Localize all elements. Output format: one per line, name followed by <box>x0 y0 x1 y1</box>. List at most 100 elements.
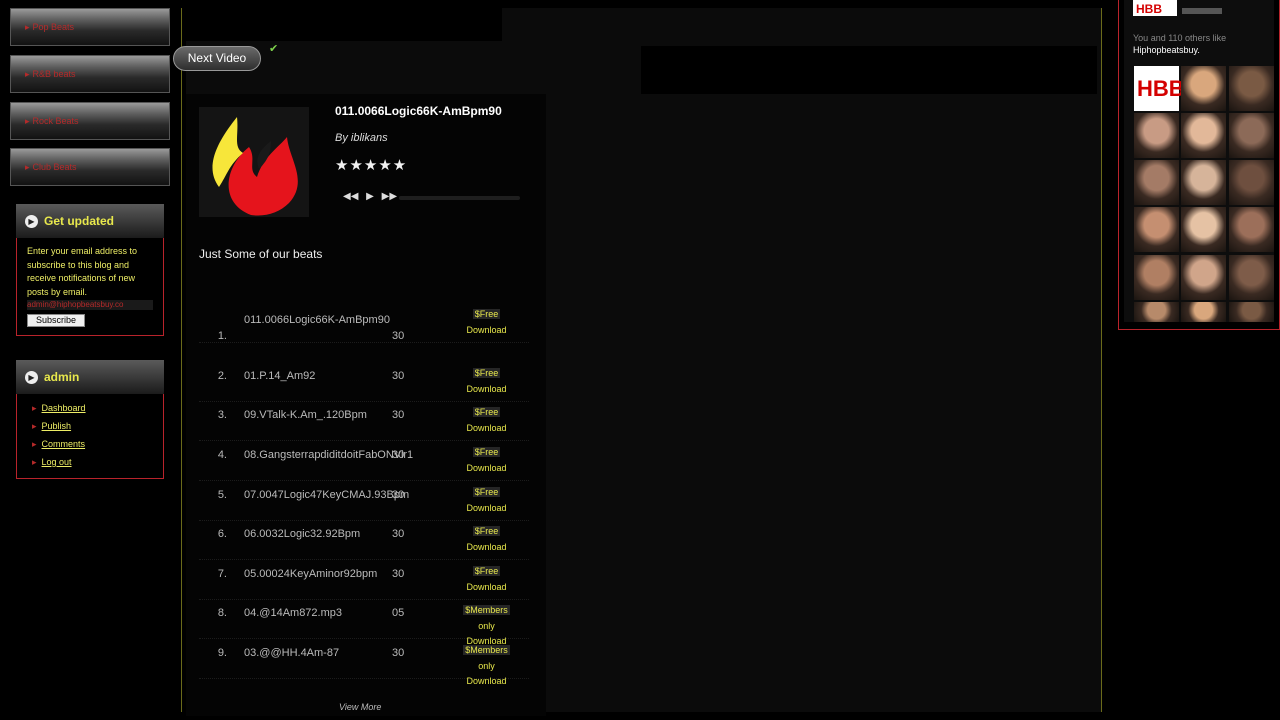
track-number: 9. <box>217 647 227 659</box>
download-link[interactable]: $Free Download <box>459 524 514 555</box>
track-row[interactable]: 8. 04.@14Am872.mp3 05 $Members only Download <box>199 599 529 646</box>
price-tag: $Free <box>472 368 501 378</box>
widget-header: ▶ Get updated <box>16 204 164 238</box>
download-label: Download <box>466 324 507 335</box>
track-number: 5. <box>217 489 227 501</box>
flame-logo <box>199 107 309 217</box>
download-link[interactable]: $Free Download <box>459 307 514 338</box>
track-name[interactable]: 01.P.14_Am92 <box>244 370 315 382</box>
fan-avatar[interactable] <box>1181 207 1226 252</box>
track-name[interactable]: 03.@@HH.4Am-87 <box>244 647 339 659</box>
track-name[interactable]: 05.00024KeyAminor92bpm <box>244 568 377 580</box>
download-link[interactable]: $Members only Download <box>459 643 514 690</box>
download-link[interactable]: $Free Download <box>459 485 514 516</box>
track-row[interactable]: 7. 05.00024KeyAminor92bpm 30 $Free Download <box>199 560 529 600</box>
publish-link[interactable]: Publish <box>32 421 72 432</box>
progress-bar[interactable] <box>399 196 520 200</box>
download-label: Download <box>466 383 507 394</box>
fan-avatar[interactable] <box>1181 113 1226 158</box>
page-logo-thumb[interactable]: HBB <box>1134 66 1185 111</box>
fan-avatar[interactable] <box>1229 207 1274 252</box>
like-button[interactable] <box>1182 8 1222 14</box>
next-video-button[interactable]: Next Video <box>173 46 261 71</box>
track-name[interactable]: 07.0047Logic47KeyCMAJ.93Bpm <box>244 489 409 501</box>
fan-avatar[interactable] <box>1134 207 1179 252</box>
download-label: only <box>478 620 495 631</box>
fan-avatar[interactable] <box>1134 302 1179 322</box>
track-name[interactable]: 04.@14Am872.mp3 <box>244 607 342 619</box>
category-label: Club Beats <box>25 162 77 173</box>
arrow-right-icon: ▶ <box>25 371 38 384</box>
download-link[interactable]: $Free Download <box>459 564 514 595</box>
category-rnb-beats[interactable]: R&B beats <box>10 55 170 93</box>
divider <box>181 8 182 712</box>
download-link[interactable]: $Free Download <box>459 366 514 397</box>
track-name[interactable]: 011.0066Logic66K-AmBpm90 <box>244 311 394 330</box>
download-label: only <box>478 660 495 671</box>
track-row[interactable]: 6. 06.0032Logic32.92Bpm 30 $Free Download <box>199 520 529 560</box>
download-link[interactable]: $Free Download <box>459 445 514 476</box>
price-tag: $Free <box>472 407 501 417</box>
category-club-beats[interactable]: Club Beats <box>10 148 170 186</box>
price-tag: $Free <box>472 487 501 497</box>
fan-avatar[interactable] <box>1229 66 1274 111</box>
subscribe-button[interactable]: Subscribe <box>27 314 85 327</box>
track-row[interactable]: 5. 07.0047Logic47KeyCMAJ.93Bpm 30 $Free Down… <box>199 481 529 521</box>
track-author: By iblikans <box>335 132 388 144</box>
dashboard-link[interactable]: Dashboard <box>32 403 86 414</box>
track-number: 7. <box>217 568 227 580</box>
track-number: 2. <box>217 370 227 382</box>
track-row[interactable]: 1. 011.0066Logic66K-AmBpm90 30 $Free Downloa… <box>199 303 529 343</box>
price-tag: $Free <box>472 526 501 536</box>
email-field[interactable]: admin@hiphopbeatsbuy.co <box>27 300 153 310</box>
fan-avatar[interactable] <box>1134 160 1179 205</box>
track-count: 30 <box>392 568 405 580</box>
view-more-link[interactable]: View More <box>339 702 381 712</box>
download-label: Download <box>466 462 507 473</box>
download-link[interactable]: $Free Download <box>459 405 514 436</box>
fan-avatar[interactable] <box>1229 255 1274 300</box>
comments-link[interactable]: Comments <box>32 439 86 450</box>
fan-avatar[interactable] <box>1229 160 1274 205</box>
widget-title: Get updated <box>44 214 115 228</box>
category-rock-beats[interactable]: Rock Beats <box>10 102 170 140</box>
page-name[interactable]: Hiphopbeatsbuy. <box>1133 44 1226 56</box>
price-tag: $Members <box>463 605 510 615</box>
download-label: Download <box>466 676 507 686</box>
track-row[interactable]: 9. 03.@@HH.4Am-87 30 $Members only Download <box>199 639 529 686</box>
track-number: 6. <box>217 528 227 540</box>
price-tag: $Free <box>472 309 501 319</box>
fan-avatar[interactable] <box>1134 255 1179 300</box>
track-number: 3. <box>217 409 227 421</box>
fan-avatar[interactable] <box>1181 66 1226 111</box>
fan-avatar[interactable] <box>1134 113 1179 158</box>
download-label: Download <box>466 502 507 513</box>
widget-body: Enter your email address to subscribe to… <box>16 238 164 336</box>
track-row[interactable]: 2. 01.P.14_Am92 30 $Free Download <box>199 362 529 402</box>
star-rating[interactable]: ★★★★★ <box>335 156 407 174</box>
rewind-icon[interactable]: ◀◀ <box>343 191 358 202</box>
divider <box>1101 8 1102 712</box>
price-tag: $Free <box>472 447 501 457</box>
category-label: Pop Beats <box>25 22 75 33</box>
track-count: 30 <box>392 647 405 659</box>
track-row[interactable]: 3. 09.VTalk-K.Am_.120Bpm 30 $Free Download <box>199 401 529 441</box>
track-name[interactable]: 09.VTalk-K.Am_.120Bpm <box>244 409 367 421</box>
download-label: Download <box>466 581 507 592</box>
track-name[interactable]: 06.0032Logic32.92Bpm <box>244 528 360 540</box>
track-number: 4. <box>217 449 227 461</box>
track-name[interactable]: 08.GangsterrapdiditdoitFabONVir1 <box>244 449 413 461</box>
fan-avatar[interactable] <box>1181 255 1226 300</box>
category-pop-beats[interactable]: Pop Beats <box>10 8 170 46</box>
fan-avatar[interactable] <box>1229 113 1274 158</box>
fan-avatar[interactable] <box>1181 302 1226 322</box>
fan-avatar[interactable] <box>1181 160 1226 205</box>
logout-link[interactable]: Log out <box>32 457 72 468</box>
track-title: 011.0066Logic66K-AmBpm90 <box>335 104 502 118</box>
track-row[interactable]: 4. 08.GangsterrapdiditdoitFabONVir1 30 $Fre… <box>199 441 529 481</box>
track-count: 30 <box>392 330 405 342</box>
fast-forward-icon[interactable]: ▶▶ <box>382 191 397 202</box>
play-icon[interactable]: ▶ <box>366 191 374 202</box>
banner-area <box>641 46 1097 94</box>
fan-avatar[interactable] <box>1229 302 1274 322</box>
